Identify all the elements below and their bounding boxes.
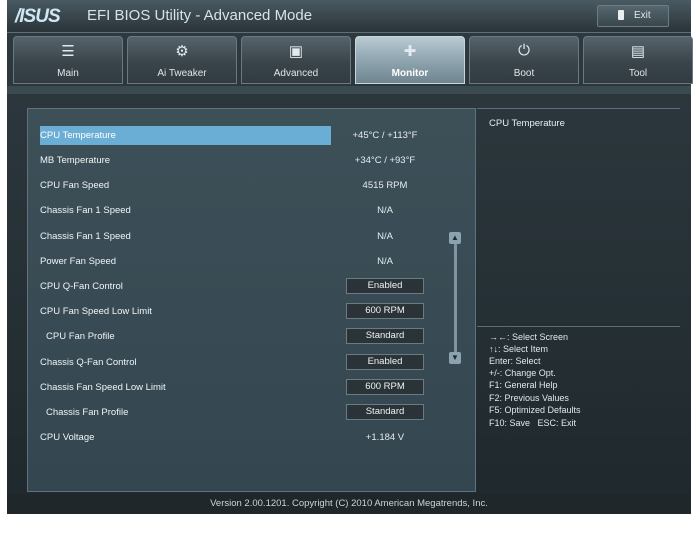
asus-logo: /ISUS <box>15 6 61 27</box>
setting-label: Chassis Fan 1 Speed <box>40 205 131 216</box>
setting-mb-temperature[interactable]: MB Temperature +34°C / +93°F <box>40 151 458 171</box>
setting-chassis-fan-speed-low-limit[interactable]: Chassis Fan Speed Low Limit 600 RPM <box>40 378 458 398</box>
tweaker-icon: ⚙ <box>175 43 189 60</box>
setting-label: CPU Q-Fan Control <box>40 281 123 292</box>
setting-chassis-fan-profile[interactable]: Chassis Fan Profile Standard <box>40 403 458 423</box>
tab-bar: ☰ Main ⚙ Ai Tweaker ▣ Advanced ✚ Monitor… <box>13 36 693 84</box>
setting-value: +1.184 V <box>365 432 405 443</box>
tab-label: Monitor <box>391 68 429 79</box>
setting-value: 4515 RPM <box>362 180 408 191</box>
window-title: EFI BIOS Utility - Advanced Mode <box>87 7 313 24</box>
setting-power-fan-speed[interactable]: Power Fan Speed N/A <box>40 252 458 272</box>
scrollbar[interactable] <box>454 233 457 358</box>
scroll-down-arrow-icon[interactable]: ▼ <box>449 352 461 364</box>
advanced-icon: ▣ <box>288 43 304 60</box>
tab-main[interactable]: ☰ Main <box>13 36 123 84</box>
setting-cpu-voltage[interactable]: CPU Voltage +1.184 V <box>40 428 458 448</box>
tab-monitor[interactable]: ✚ Monitor <box>355 36 465 84</box>
setting-label: CPU Voltage <box>40 432 95 443</box>
monitor-icon: ✚ <box>403 43 417 60</box>
tab-label: Tool <box>628 68 648 79</box>
footer-version: Version 2.00.1201. Copyright (C) 2010 Am… <box>7 494 691 514</box>
setting-cpu-fan-speed[interactable]: CPU Fan Speed 4515 RPM <box>40 176 458 196</box>
setting-chassis-fan-1-speed[interactable]: Chassis Fan 1 Speed N/A <box>40 201 458 221</box>
setting-label: Chassis Fan Speed Low Limit <box>40 382 166 393</box>
help-divider <box>477 108 680 109</box>
setting-value: +45°C / +113°F <box>352 130 418 141</box>
tab-tool[interactable]: ▤ Tool <box>583 36 693 84</box>
setting-value: N/A <box>377 205 393 216</box>
tab-underline <box>7 86 691 94</box>
help-line: +/-: Change Opt. <box>489 368 556 378</box>
setting-chassis-q-fan-control[interactable]: Chassis Q-Fan Control Enabled <box>40 353 458 373</box>
list-icon: ☰ <box>61 43 75 60</box>
setting-cpu-temperature[interactable]: CPU Temperature +45°C / +113°F <box>40 126 458 146</box>
option-button[interactable]: Enabled <box>346 278 424 294</box>
bios-window: /ISUS EFI BIOS Utility - Advanced Mode E… <box>7 0 693 514</box>
help-title: CPU Temperature <box>489 118 565 129</box>
setting-label: MB Temperature <box>40 155 111 166</box>
option-button[interactable]: 600 RPM <box>346 303 424 319</box>
help-line: F2: Previous Values <box>489 393 569 403</box>
power-icon: ⏻ <box>518 42 530 59</box>
setting-cpu-fan-profile[interactable]: CPU Fan Profile Standard <box>40 327 458 347</box>
help-line: →←: Select Screen <box>489 332 569 342</box>
option-button[interactable]: Enabled <box>346 354 424 370</box>
setting-cpu-fan-speed-low-limit[interactable]: CPU Fan Speed Low Limit 600 RPM <box>40 302 458 322</box>
setting-label: Chassis Fan 1 Speed <box>40 231 131 242</box>
setting-value: N/A <box>377 231 393 242</box>
setting-label: CPU Fan Profile <box>46 331 115 342</box>
setting-label: CPU Temperature <box>40 130 116 141</box>
tab-boot[interactable]: ⏻ Boot <box>469 36 579 84</box>
help-panel: CPU Temperature →←: Select Screen ↑↓: Se… <box>477 108 680 490</box>
setting-label: CPU Fan Speed <box>40 180 110 191</box>
setting-cpu-q-fan-control[interactable]: CPU Q-Fan Control Enabled <box>40 277 458 297</box>
setting-value: +34°C / +93°F <box>354 155 416 166</box>
setting-label: Power Fan Speed <box>40 256 117 267</box>
setting-value: N/A <box>377 256 393 267</box>
title-bar: /ISUS EFI BIOS Utility - Advanced Mode E… <box>7 0 691 33</box>
option-button[interactable]: 600 RPM <box>346 379 424 395</box>
tab-label: Ai Tweaker <box>157 68 207 79</box>
scroll-up-arrow-icon[interactable]: ▲ <box>449 232 461 244</box>
tab-ai-tweaker[interactable]: ⚙ Ai Tweaker <box>127 36 237 84</box>
exit-label: Exit <box>634 10 651 21</box>
tab-label: Advanced <box>273 68 319 79</box>
tool-icon: ▤ <box>630 43 646 60</box>
help-line: Enter: Select <box>489 356 541 366</box>
setting-chassis-fan-1-speed-2[interactable]: Chassis Fan 1 Speed N/A <box>40 227 458 247</box>
exit-button[interactable]: Exit <box>597 5 669 27</box>
tab-label: Main <box>57 68 79 79</box>
help-line: F10: Save ESC: Exit <box>489 418 577 428</box>
setting-label: CPU Fan Speed Low Limit <box>40 306 152 317</box>
setting-label: Chassis Q-Fan Control <box>40 357 137 368</box>
settings-panel: CPU Temperature +45°C / +113°F MB Temper… <box>27 108 476 492</box>
help-line: F1: General Help <box>489 380 558 390</box>
exit-icon <box>618 10 624 20</box>
option-button[interactable]: Standard <box>346 328 424 344</box>
help-line: ↑↓: Select Item <box>489 344 549 354</box>
help-divider <box>477 326 680 327</box>
help-line: F5: Optimized Defaults <box>489 405 581 415</box>
option-button[interactable]: Standard <box>346 404 424 420</box>
tab-advanced[interactable]: ▣ Advanced <box>241 36 351 84</box>
tab-label: Boot <box>513 68 535 79</box>
setting-label: Chassis Fan Profile <box>46 407 129 418</box>
